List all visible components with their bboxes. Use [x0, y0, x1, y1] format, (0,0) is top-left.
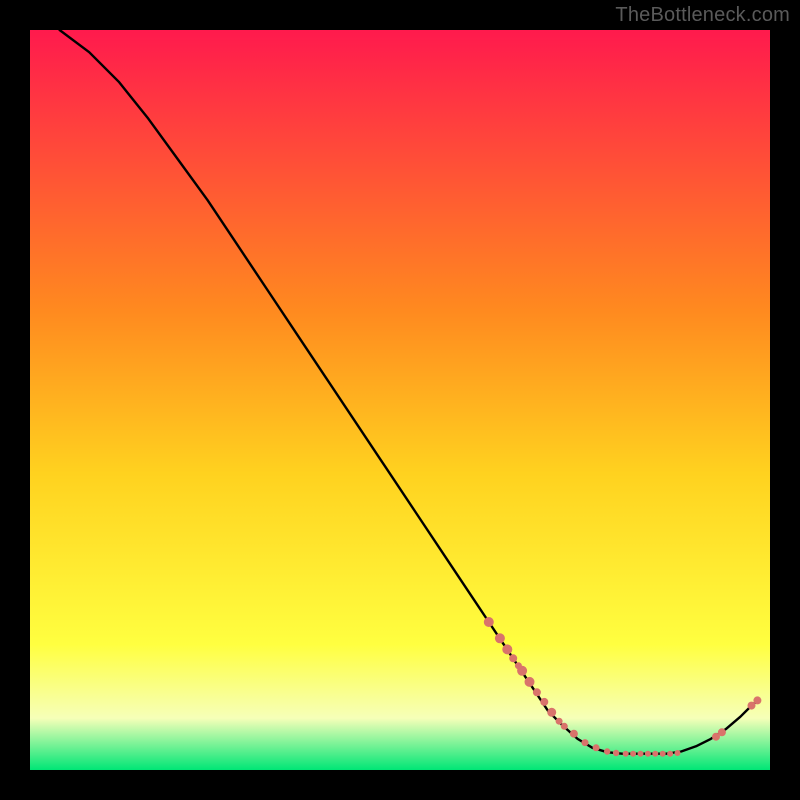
data-marker [495, 633, 505, 643]
gradient-background [30, 30, 770, 770]
data-marker [667, 751, 673, 757]
data-marker [509, 654, 517, 662]
plot-svg [30, 30, 770, 770]
data-marker [613, 750, 619, 756]
data-marker [753, 696, 761, 704]
data-marker [593, 744, 600, 751]
watermark-text: TheBottleneck.com [615, 4, 790, 27]
data-marker [525, 677, 535, 687]
data-marker [484, 617, 494, 627]
data-marker [623, 751, 629, 757]
data-marker [533, 688, 541, 696]
data-marker [515, 662, 522, 669]
data-marker [582, 739, 589, 746]
data-marker [570, 730, 578, 738]
plot-area [30, 30, 770, 770]
data-marker [630, 751, 636, 757]
data-marker [675, 750, 681, 756]
data-marker [660, 751, 666, 757]
data-marker [718, 728, 726, 736]
data-marker [645, 751, 651, 757]
data-marker [547, 708, 556, 717]
data-marker [561, 723, 568, 730]
data-marker [638, 751, 644, 757]
data-marker [540, 698, 548, 706]
data-marker [556, 718, 563, 725]
data-marker [502, 644, 512, 654]
data-marker [652, 751, 658, 757]
chart-frame: TheBottleneck.com [0, 0, 800, 800]
data-marker [604, 748, 610, 754]
